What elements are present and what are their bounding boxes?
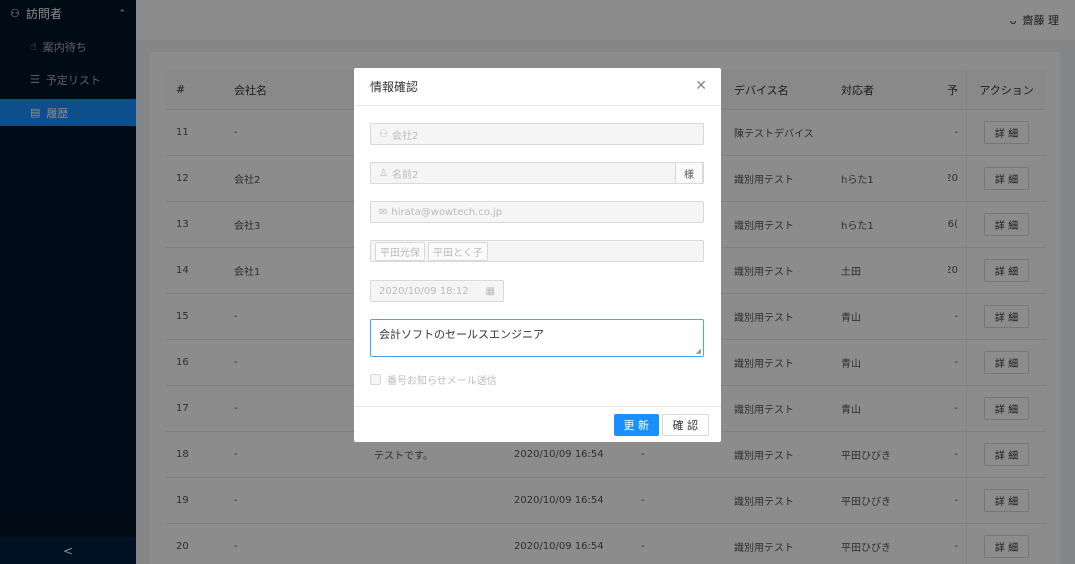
confirm-button[interactable]: 確 認 [661, 414, 709, 436]
company-input[interactable]: ⚇ 会社2 [370, 123, 704, 145]
user-icon: ♙ [379, 167, 388, 179]
datetime-picker[interactable]: 2020/10/09 18:12 ▦ [370, 280, 504, 302]
checkbox-box[interactable] [370, 374, 381, 385]
notify-mail-checkbox[interactable]: 番号お知らせメール送信 [370, 372, 497, 387]
close-icon[interactable]: ✕ [695, 78, 707, 94]
datetime-value: 2020/10/09 18:12 [379, 285, 469, 297]
handler-tag: 平田とく子 [428, 241, 488, 261]
modal-footer: 更 新 確 認 [354, 406, 721, 442]
email-value: hirata@wowtech.co.jp [391, 206, 503, 218]
mail-icon: ✉ [379, 206, 388, 218]
handler-tag: 平田光保 [375, 241, 425, 261]
resize-handle-icon[interactable]: ◢ [696, 347, 701, 355]
checkbox-label: 番号お知らせメール送信 [387, 376, 497, 387]
update-button[interactable]: 更 新 [613, 414, 659, 436]
name-input[interactable]: ♙ 名前2 様 [370, 162, 704, 184]
company-icon: ⚇ [379, 128, 388, 140]
info-confirm-modal: 情報確認 ✕ ⚇ 会社2 ♙ 名前2 様 ✉ hirata@wowtech.co… [354, 68, 721, 442]
company-placeholder: 会社2 [391, 130, 419, 142]
email-input[interactable]: ✉ hirata@wowtech.co.jp [370, 201, 704, 223]
purpose-textarea[interactable]: 会計ソフトのセールスエンジニア ◢ [370, 319, 704, 357]
calendar-icon: ▦ [485, 285, 495, 297]
purpose-value: 会計ソフトのセールスエンジニア [379, 328, 544, 341]
name-suffix: 様 [675, 162, 703, 184]
name-placeholder: 名前2 [391, 169, 419, 181]
modal-title: 情報確認 [354, 68, 721, 106]
handler-select[interactable]: 平田光保 平田とく子 [370, 240, 704, 262]
